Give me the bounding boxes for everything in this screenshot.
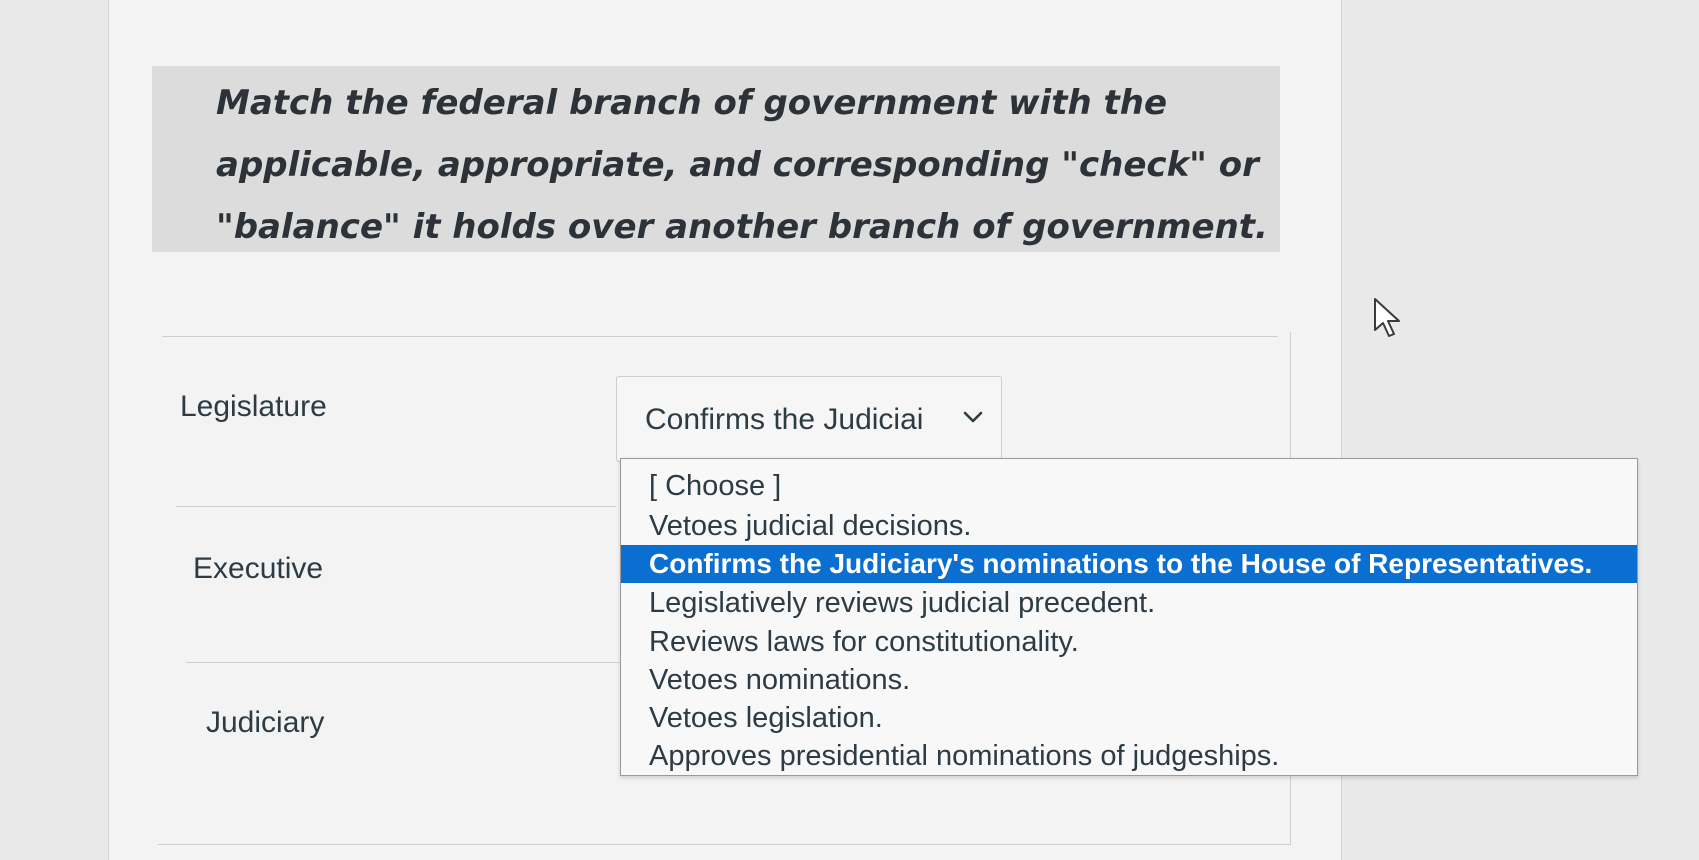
option-reviews-judicial-precedent[interactable]: Legislatively reviews judicial precedent… [621, 584, 1637, 622]
question-text: Match the federal branch of government w… [216, 83, 1268, 247]
option-approves-presidential-nominations[interactable]: Approves presidential nominations of jud… [621, 737, 1637, 775]
option-confirms-judiciary-nominations[interactable]: Confirms the Judiciary's nominations to … [621, 545, 1637, 583]
option-vetoes-judicial-decisions[interactable]: Vetoes judicial decisions. [621, 507, 1637, 545]
option-vetoes-nominations[interactable]: Vetoes nominations. [621, 661, 1637, 699]
answer-dropdown-list: [ Choose ] Vetoes judicial decisions. Co… [620, 458, 1638, 776]
row-label-legislature: Legislature [180, 390, 327, 423]
option-vetoes-legislation[interactable]: Vetoes legislation. [621, 699, 1637, 737]
chevron-down-icon [963, 411, 983, 423]
row-label-judiciary: Judiciary [206, 706, 325, 739]
pointer-cursor-icon [1374, 298, 1400, 337]
row-divider [186, 662, 626, 663]
row-label-executive: Executive [193, 552, 324, 585]
row-divider [176, 506, 616, 507]
select-value: Confirms the Judiciai [645, 403, 924, 436]
legislature-answer-select[interactable]: Confirms the Judiciai [616, 376, 1002, 462]
option-choose[interactable]: [ Choose ] [621, 467, 1637, 505]
option-reviews-laws-constitutionality[interactable]: Reviews laws for constitutionality. [621, 623, 1637, 661]
